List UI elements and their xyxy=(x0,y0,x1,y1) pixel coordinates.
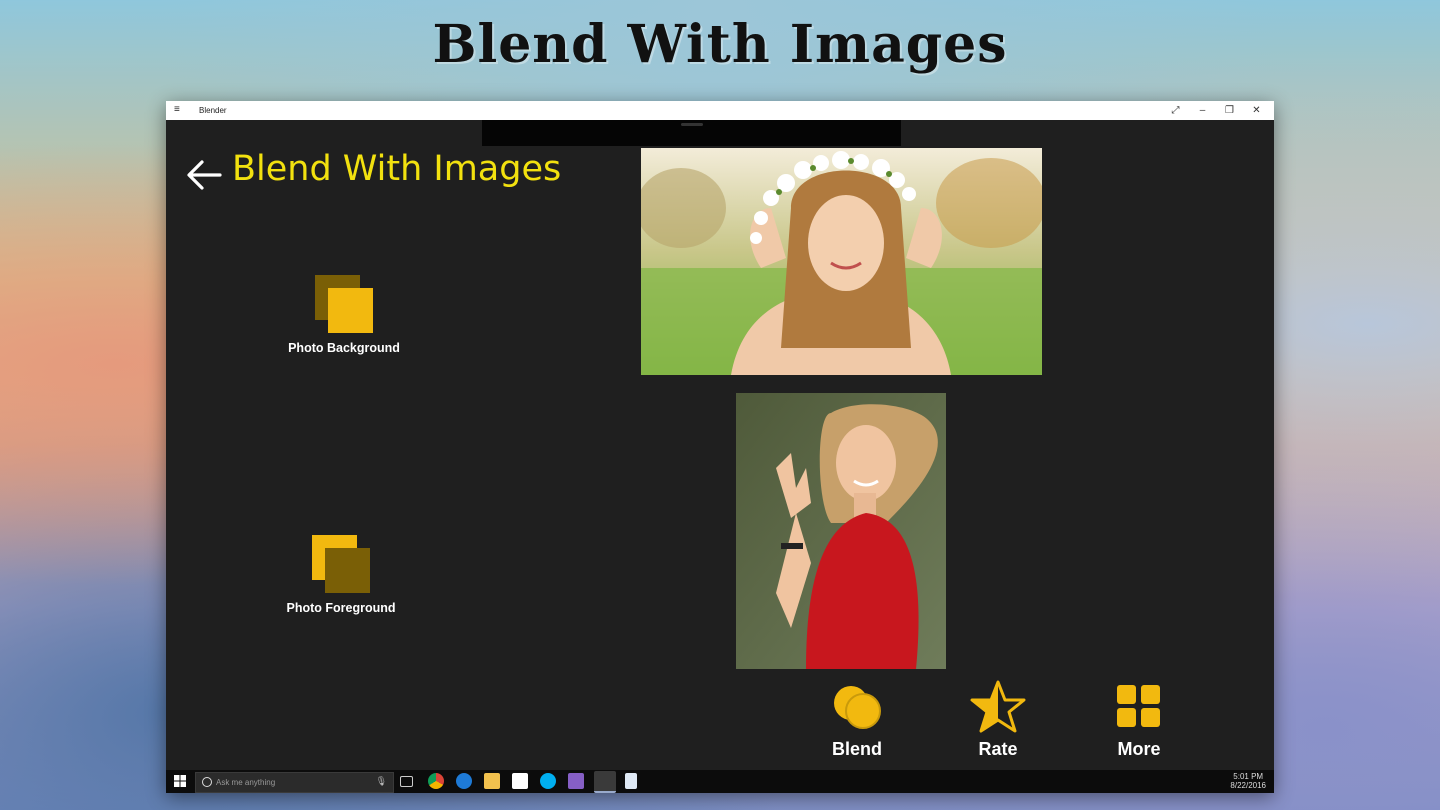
cortana-icon xyxy=(202,777,212,787)
system-tray: 5:01 PM 8/22/2016 xyxy=(1230,772,1266,790)
blend-circles-icon xyxy=(827,679,887,735)
close-button[interactable]: ✕ xyxy=(1243,102,1270,119)
windows-start-icon[interactable] xyxy=(174,775,186,787)
banner-title: Blend With Images xyxy=(432,14,1008,75)
taskbar: Ask me anything 🎙 5:01 PM 8/22/2016 xyxy=(166,770,1274,793)
restore-button[interactable]: ❐ xyxy=(1216,102,1243,119)
grid-icon xyxy=(1109,679,1169,735)
task-view-icon[interactable] xyxy=(400,776,413,787)
blend-label: Blend xyxy=(831,739,882,759)
photo-woman-red-dress xyxy=(736,393,946,669)
back-button[interactable] xyxy=(184,155,224,195)
chrome-icon[interactable] xyxy=(428,773,444,789)
more-button[interactable]: More xyxy=(1094,679,1184,760)
photo-woman-flower-crown xyxy=(641,148,1042,375)
back-arrow-icon xyxy=(187,160,222,190)
photo-background-button[interactable]: Photo Background xyxy=(274,273,414,355)
store-icon[interactable] xyxy=(512,773,528,789)
search-placeholder: Ask me anything xyxy=(216,778,276,787)
foreground-image-preview[interactable] xyxy=(736,393,946,669)
window-title: Blender xyxy=(199,106,227,115)
document-icon[interactable] xyxy=(625,773,637,789)
background-image-preview[interactable] xyxy=(641,148,1042,375)
drag-handle[interactable] xyxy=(681,123,703,126)
minimize-button[interactable]: – xyxy=(1189,102,1216,119)
layers-icon xyxy=(313,273,375,335)
rate-label: Rate xyxy=(978,739,1018,759)
photo-foreground-label: Photo Foreground xyxy=(286,601,396,615)
photo-foreground-button[interactable]: Photo Foreground xyxy=(271,533,411,615)
page-title: Blend With Images xyxy=(232,149,562,189)
clock-date[interactable]: 8/22/2016 xyxy=(1230,781,1266,790)
skype-icon[interactable] xyxy=(540,773,556,789)
clock-time[interactable]: 5:01 PM xyxy=(1230,772,1266,781)
blender-app-icon[interactable] xyxy=(594,771,616,793)
photo-background-label: Photo Background xyxy=(288,341,400,355)
microphone-icon[interactable]: 🎙 xyxy=(376,776,387,787)
top-command-strip xyxy=(482,120,901,146)
layers-icon xyxy=(310,533,372,595)
visual-studio-icon[interactable] xyxy=(568,773,584,789)
edge-icon[interactable] xyxy=(456,773,472,789)
fullscreen-button[interactable]: ⤢ xyxy=(1162,102,1189,119)
title-bar: ≡ Blender ⤢ – ❐ ✕ xyxy=(166,101,1274,120)
app-window: ≡ Blender ⤢ – ❐ ✕ Blend With Images Phot… xyxy=(166,101,1274,793)
window-controls: ⤢ – ❐ ✕ xyxy=(1162,102,1270,119)
blend-button[interactable]: Blend xyxy=(812,679,902,760)
star-icon xyxy=(968,679,1028,735)
taskbar-search-box[interactable]: Ask me anything 🎙 xyxy=(195,772,394,793)
more-label: More xyxy=(1117,739,1161,759)
rate-button[interactable]: Rate xyxy=(953,679,1043,760)
file-explorer-icon[interactable] xyxy=(484,773,500,789)
hamburger-menu-icon[interactable]: ≡ xyxy=(174,104,180,115)
